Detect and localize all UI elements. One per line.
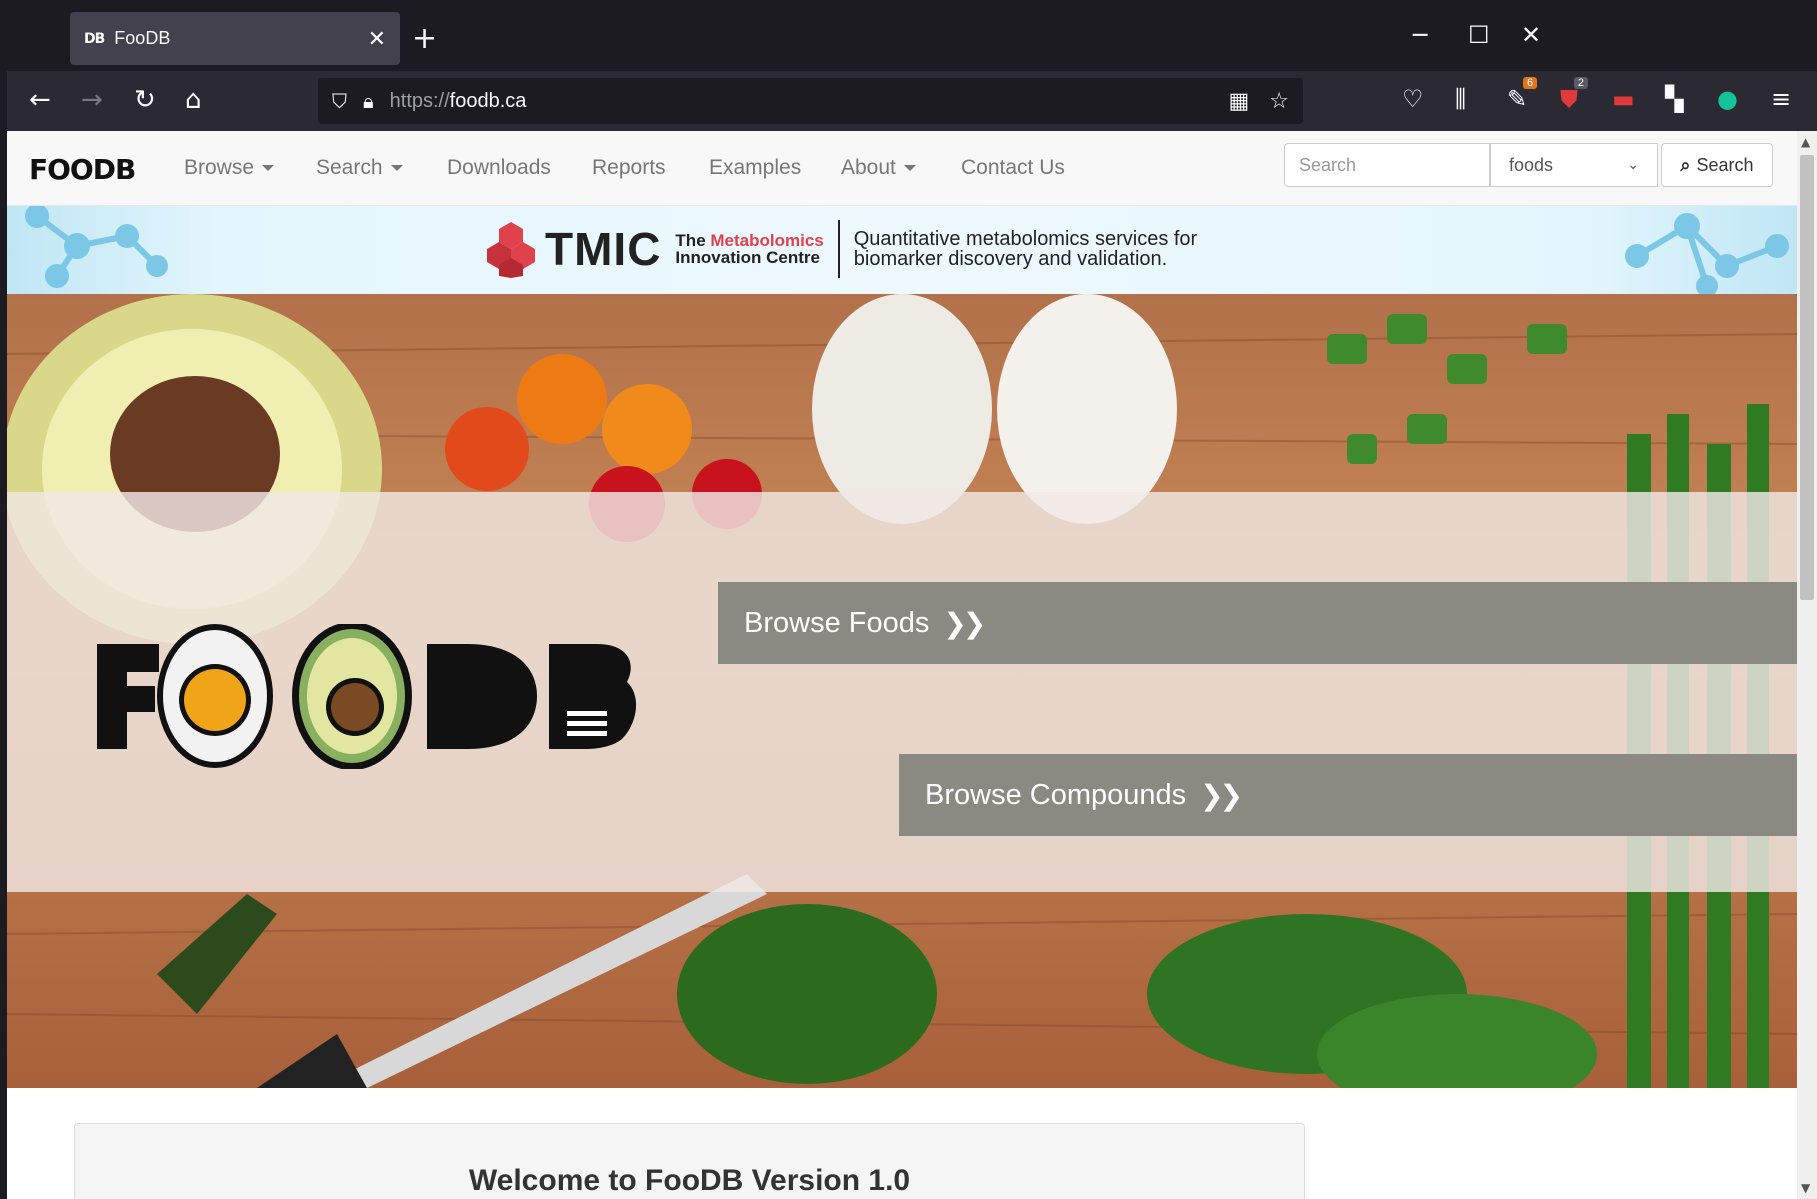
extension-badge: 2 [1573, 77, 1588, 89]
chevron-down-icon: ⌄ [1627, 157, 1639, 173]
qr-code-icon[interactable]: ▦ [1228, 89, 1249, 114]
search-type-select[interactable]: foods ⌄ [1490, 143, 1658, 187]
new-tab-button[interactable]: + [412, 21, 437, 56]
magnifier-icon: ⌕ [1680, 154, 1691, 176]
caret-down-icon [262, 165, 275, 172]
foodb-hero-logo [97, 624, 637, 769]
molecule-decoration-icon [1625, 213, 1789, 294]
extensions-grid-icon[interactable]: ▚ [1665, 85, 1683, 113]
ublock-icon[interactable]: ⛊ 2 [1560, 77, 1588, 113]
extension-shoe-icon[interactable]: ✎ 6 [1507, 77, 1538, 113]
library-icon[interactable]: ⫼ [1455, 85, 1466, 113]
foodb-favicon-icon: DB [84, 30, 105, 47]
welcome-title: Welcome to FooDB Version 1.0 [468, 1164, 911, 1197]
tmic-sub-line2: Innovation Centre [675, 248, 820, 267]
search-button[interactable]: ⌕ Search [1661, 143, 1773, 187]
scrollbar-thumb[interactable] [1800, 155, 1814, 600]
menu-downloads[interactable]: Downloads [447, 156, 551, 180]
menu-examples[interactable]: Examples [709, 156, 801, 180]
banner-divider [837, 220, 840, 278]
scroll-up-icon[interactable]: ▲ [1801, 135, 1810, 149]
search-input[interactable] [1284, 143, 1490, 187]
browse-foods-label: Browse Foods [744, 606, 930, 639]
tab-bar: DB FooDB ✕ + ─ ☐ ✕ [7, 7, 1817, 71]
navigation-bar: ← → ↻ ⌂ ⛉ 🔒︎ https:// foodb.ca ▦ ☆ ♡ ⫼ ✎… [7, 71, 1817, 131]
close-window-icon[interactable]: ✕ [1521, 21, 1541, 49]
pocket-icon[interactable]: ♡ [1402, 85, 1424, 113]
tagline-line-1: Quantitative metabolomics services for [853, 228, 1198, 250]
menu-label: Search [316, 156, 383, 179]
tmic-banner[interactable]: TMIC The Metabolomics Innovation Centre … [7, 206, 1797, 294]
grammarly-icon[interactable]: ● [1717, 85, 1738, 113]
tmic-subtitle: The Metabolomics Innovation Centre [675, 232, 823, 266]
url-host: foodb.ca [449, 89, 527, 112]
tmic-tagline: Quantitative metabolomics services for b… [854, 229, 1197, 269]
menu-hamburger-icon[interactable]: ≡ [1771, 85, 1791, 113]
url-bar[interactable]: ⛉ 🔒︎ https:// foodb.ca ▦ ☆ [318, 78, 1303, 124]
browser-window: DB FooDB ✕ + ─ ☐ ✕ ← → ↻ ⌂ ⛉ 🔒︎ https://… [0, 0, 1817, 1199]
menu-about[interactable]: About [841, 156, 916, 180]
scroll-down-icon[interactable]: ▼ [1801, 1181, 1810, 1195]
caret-down-icon [903, 165, 916, 172]
extension-badge: 6 [1522, 77, 1538, 89]
hero-section: Browse Foods ❯❯ Browse Compounds ❯❯ [7, 294, 1797, 1088]
browse-compounds-label: Browse Compounds [925, 778, 1187, 811]
home-icon[interactable]: ⌂ [185, 85, 202, 115]
browse-foods-button[interactable]: Browse Foods ❯❯ [718, 582, 1797, 664]
tracking-shield-icon[interactable]: ⛉ [332, 89, 347, 113]
menu-contact-us[interactable]: Contact Us [961, 156, 1065, 180]
maximize-icon[interactable]: ☐ [1468, 21, 1490, 49]
double-chevron-right-icon: ❯❯ [1200, 778, 1243, 812]
site-navbar: FOODB Browse Search Downloads Reports Ex… [7, 131, 1797, 206]
forward-icon[interactable]: → [81, 85, 103, 115]
double-chevron-right-icon: ❯❯ [943, 606, 986, 640]
lock-icon[interactable]: 🔒︎ [363, 89, 374, 113]
url-scheme: https:// [389, 89, 450, 112]
tab-foodb[interactable]: DB FooDB ✕ [70, 12, 400, 65]
menu-reports[interactable]: Reports [592, 156, 666, 180]
page-scrollbar[interactable]: ▲ ▼ [1797, 131, 1817, 1199]
tab-title: FooDB [114, 28, 171, 48]
reload-icon[interactable]: ↻ [134, 85, 156, 115]
tmic-logo: TMIC The Metabolomics Innovation Centre … [487, 220, 1197, 278]
page-viewport: FOODB Browse Search Downloads Reports Ex… [7, 131, 1797, 1199]
molecule-decoration-icon [25, 206, 168, 288]
close-tab-icon[interactable]: ✕ [368, 26, 386, 52]
tmic-hexagon-icon [487, 222, 535, 278]
menu-label: About [841, 156, 896, 179]
menu-label: Browse [184, 156, 255, 179]
menu-search[interactable]: Search [316, 156, 403, 180]
search-type-value: foods [1509, 154, 1554, 175]
tmic-brand: TMIC [545, 223, 662, 275]
browse-compounds-button[interactable]: Browse Compounds ❯❯ [899, 754, 1797, 836]
bookmark-star-icon[interactable]: ☆ [1269, 89, 1289, 114]
tagline-line-2: biomarker discovery and validation. [853, 248, 1168, 270]
menu-browse[interactable]: Browse [184, 156, 275, 180]
back-icon[interactable]: ← [29, 85, 51, 115]
lastpass-icon[interactable]: ▬ [1612, 85, 1635, 113]
caret-down-icon [390, 165, 403, 172]
minimize-icon[interactable]: ─ [1413, 21, 1427, 49]
site-logo[interactable]: FOODB [29, 153, 136, 186]
search-button-label: Search [1696, 154, 1754, 175]
welcome-panel: Welcome to FooDB Version 1.0 [74, 1123, 1305, 1199]
